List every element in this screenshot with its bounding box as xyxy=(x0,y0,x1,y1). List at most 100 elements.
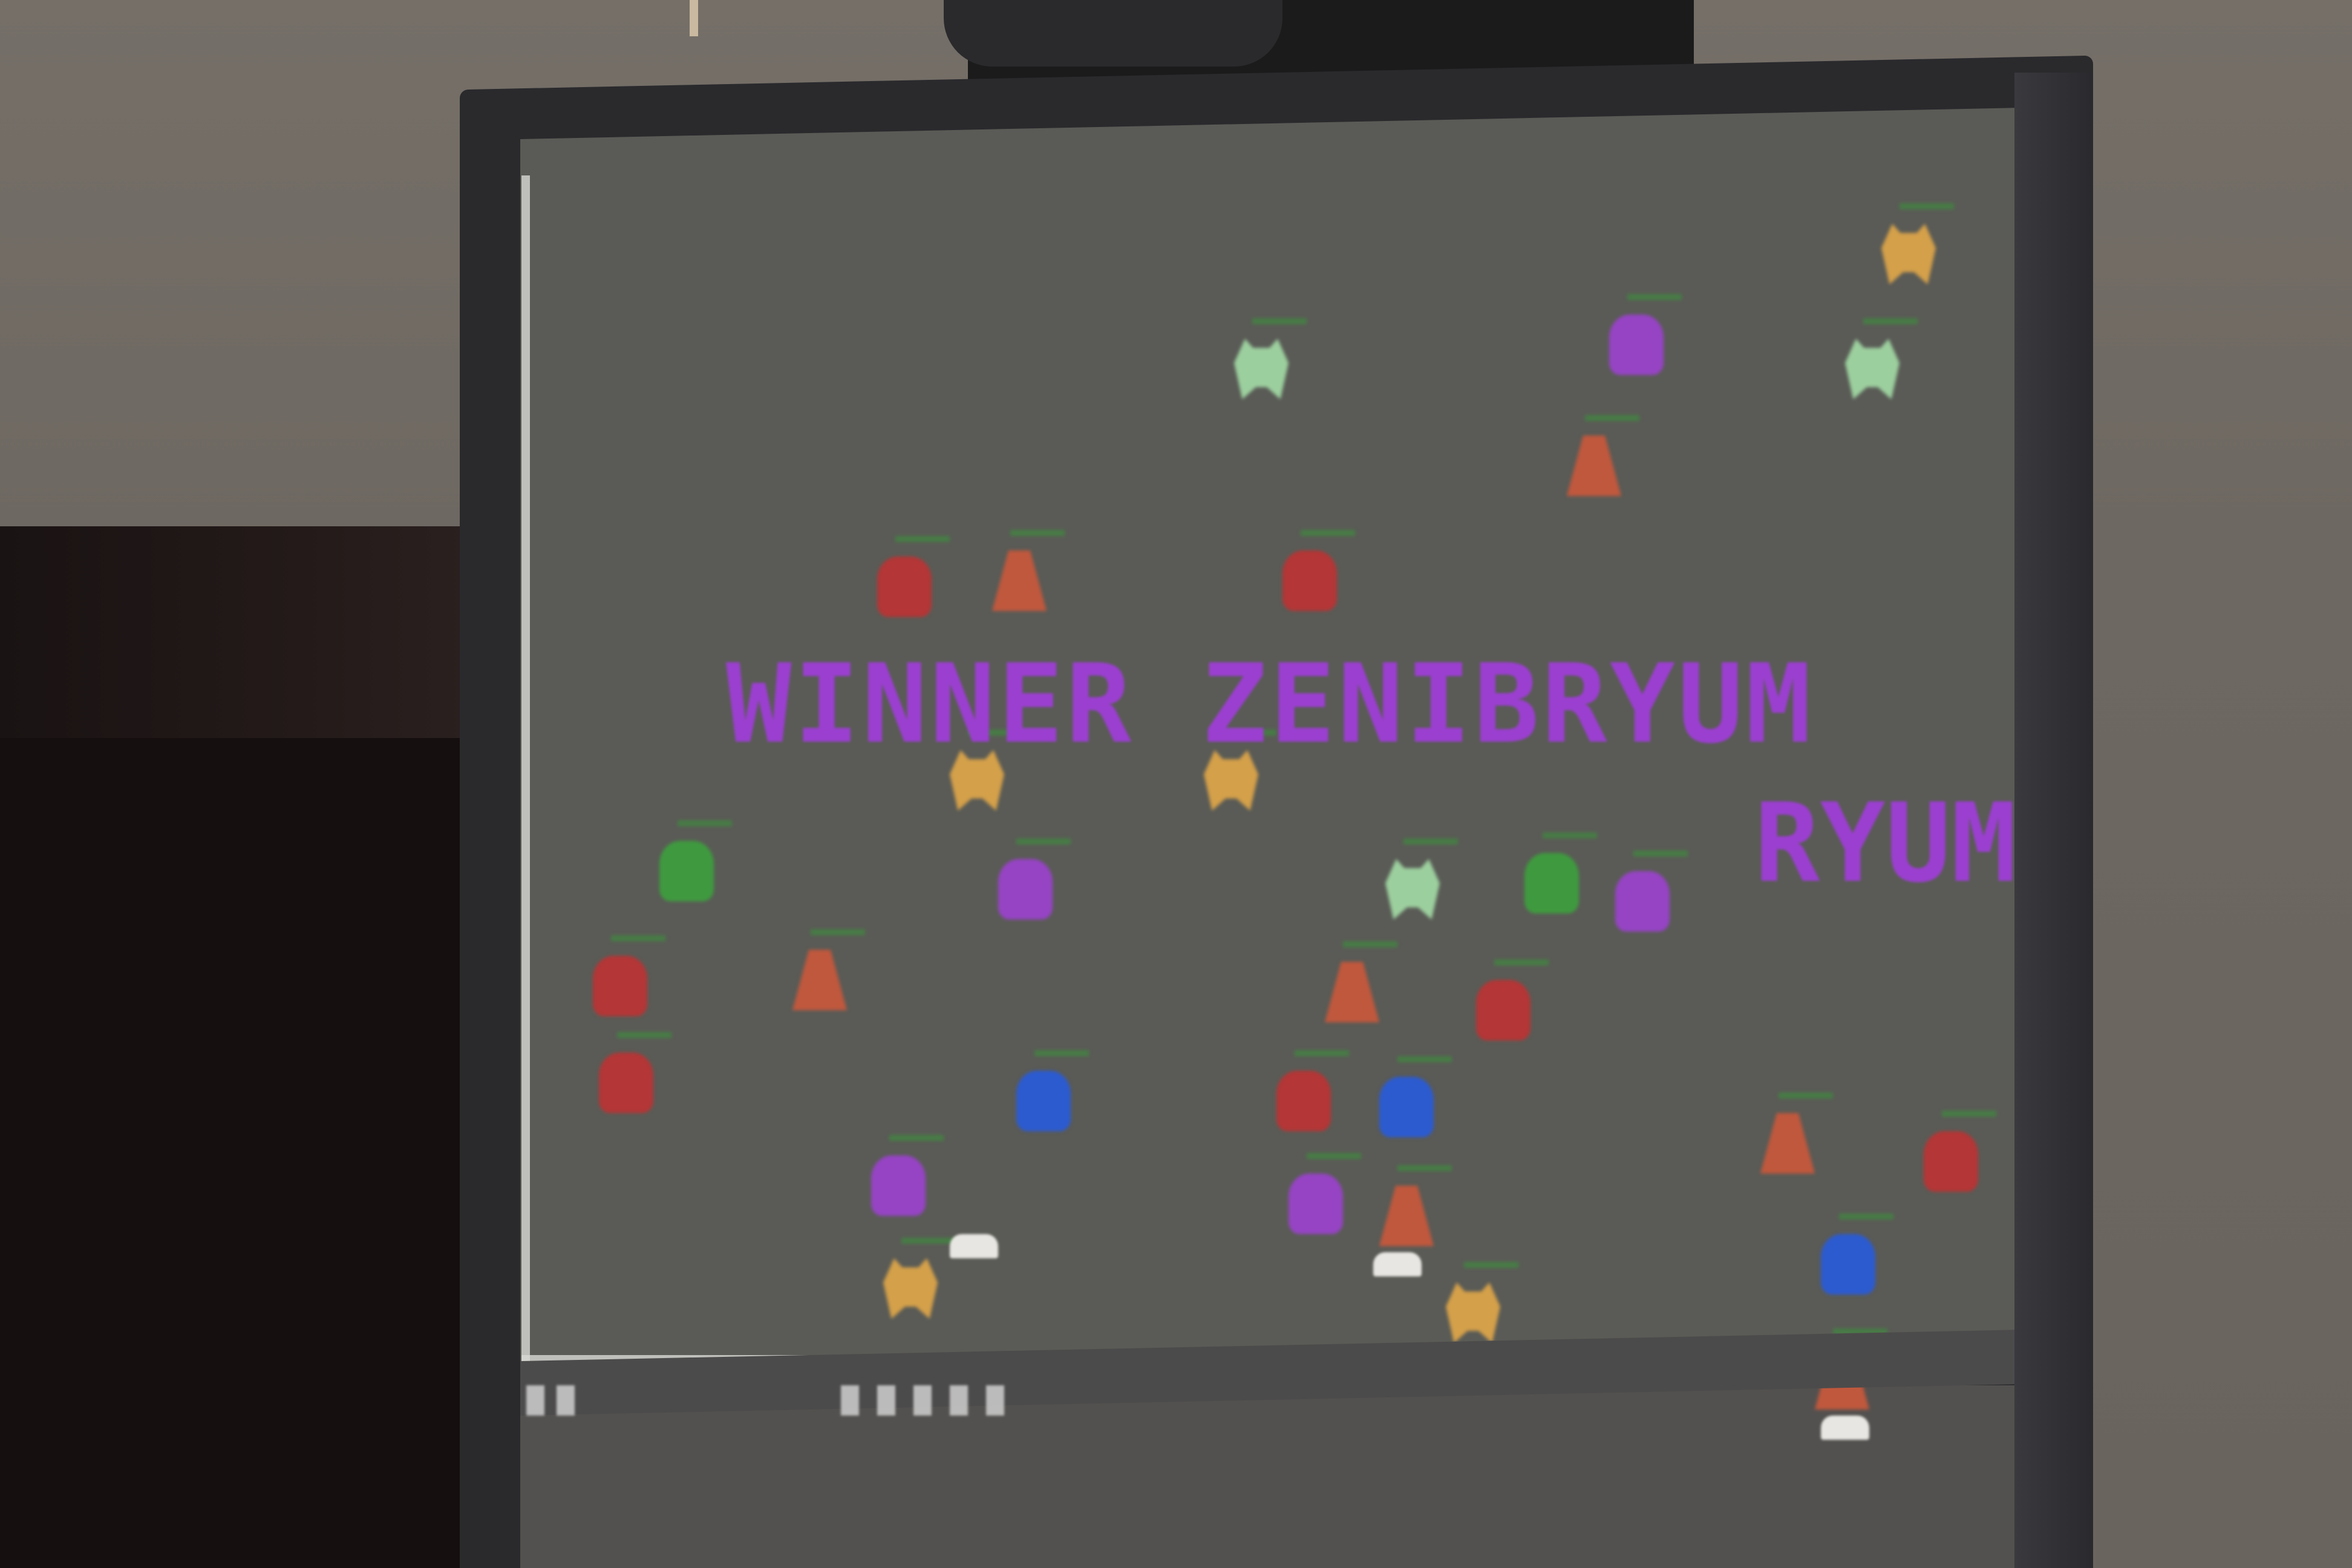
sprite-body xyxy=(1016,1071,1071,1131)
player-tank xyxy=(950,1234,998,1258)
photo-scene: WINNER ZENIBRYUM RYUM xyxy=(0,0,2352,1568)
sprite-name-tag xyxy=(1301,530,1355,536)
sprite-body xyxy=(877,557,932,617)
alien-sprite xyxy=(593,935,665,1016)
alien-sprite xyxy=(998,838,1071,920)
alien-sprite xyxy=(1821,1214,1893,1295)
sprite-name-tag xyxy=(889,1135,944,1141)
sprite-body xyxy=(1821,1234,1875,1295)
sprite-body xyxy=(792,950,847,1010)
sprite-body xyxy=(659,841,714,901)
alien-sprite xyxy=(1609,294,1682,375)
sprite-name-tag xyxy=(1397,1165,1452,1171)
winner-banner: WINNER ZENIBRYUM xyxy=(726,641,1814,768)
sprite-name-tag xyxy=(1010,530,1065,536)
alien-sprite xyxy=(1476,959,1549,1040)
alien-sprite xyxy=(883,1238,956,1319)
sprite-body xyxy=(998,859,1053,920)
sprite-name-tag xyxy=(617,1032,671,1038)
alien-sprite xyxy=(1615,851,1688,932)
sprite-name-tag xyxy=(1034,1050,1089,1056)
sprite-name-tag xyxy=(1543,832,1597,838)
winner-banner-echo: RYUM xyxy=(1754,780,2017,907)
alien-sprite xyxy=(1276,1050,1349,1131)
sprite-body xyxy=(1609,315,1664,375)
sprite-body xyxy=(1446,1282,1500,1343)
alien-sprite xyxy=(1760,1093,1833,1174)
alien-sprite xyxy=(1325,941,1397,1022)
alien-sprite xyxy=(599,1032,671,1113)
door-shadow xyxy=(0,738,472,1568)
sprite-body xyxy=(1282,550,1337,611)
sprite-name-tag xyxy=(1942,1111,1996,1117)
alien-sprite xyxy=(1385,838,1458,920)
sprite-name-tag xyxy=(901,1238,956,1244)
app-icon[interactable] xyxy=(877,1385,895,1416)
hanging-cable xyxy=(690,0,698,36)
sprite-name-tag xyxy=(1900,203,1954,209)
sprite-body xyxy=(1276,1071,1331,1131)
sprite-name-tag xyxy=(895,536,950,542)
sprite-body xyxy=(1524,853,1579,913)
sprite-name-tag xyxy=(1397,1056,1452,1062)
sprite-body xyxy=(1289,1174,1343,1234)
player-tank xyxy=(1821,1416,1869,1440)
screen-lower-area xyxy=(520,1385,2014,1568)
sprite-name-tag xyxy=(1863,318,1918,324)
sprite-body xyxy=(992,550,1047,611)
alien-sprite xyxy=(1924,1111,1996,1192)
app-icon[interactable] xyxy=(986,1385,1004,1416)
sprite-body xyxy=(1234,339,1289,399)
sprite-name-tag xyxy=(811,929,865,935)
alien-sprite xyxy=(1379,1165,1452,1246)
sprite-body xyxy=(1385,859,1440,920)
sprite-name-tag xyxy=(1464,1262,1518,1268)
sprite-body xyxy=(1760,1113,1815,1174)
sprite-name-tag xyxy=(1307,1153,1361,1159)
alien-sprite xyxy=(1524,832,1597,913)
sprite-name-tag xyxy=(678,820,732,826)
sprite-body xyxy=(1325,962,1379,1022)
alien-sprite xyxy=(1282,530,1355,611)
sprite-name-tag xyxy=(1403,838,1458,844)
alien-sprite xyxy=(1881,203,1954,284)
sprite-name-tag xyxy=(1839,1214,1893,1220)
alien-sprite xyxy=(871,1135,944,1216)
sprite-name-tag xyxy=(1016,838,1071,844)
projector-icon xyxy=(944,0,1282,67)
alien-sprite xyxy=(659,820,732,901)
alien-sprite xyxy=(877,536,950,617)
start-icon[interactable] xyxy=(526,1385,544,1416)
alien-sprite xyxy=(1845,318,1918,399)
sprite-name-tag xyxy=(1252,318,1307,324)
player-tank xyxy=(1373,1252,1422,1276)
alien-sprite xyxy=(992,530,1065,611)
search-icon[interactable] xyxy=(557,1385,575,1416)
alien-sprite xyxy=(792,929,865,1010)
sprite-body xyxy=(883,1258,938,1319)
sprite-body xyxy=(1845,339,1900,399)
sprite-body xyxy=(1924,1131,1978,1192)
alien-sprite xyxy=(1379,1056,1452,1137)
sprite-body xyxy=(1615,871,1670,932)
alien-sprite xyxy=(1567,415,1639,496)
sprite-name-tag xyxy=(1343,941,1397,947)
sprite-body xyxy=(599,1053,653,1113)
app-icon[interactable] xyxy=(841,1385,859,1416)
sprite-body xyxy=(1881,224,1936,284)
sprite-body xyxy=(1379,1077,1434,1137)
sprite-body xyxy=(1567,436,1621,496)
sprite-body xyxy=(1379,1186,1434,1246)
sprite-name-tag xyxy=(1627,294,1682,300)
sprite-name-tag xyxy=(1585,415,1639,421)
sprite-body xyxy=(1476,980,1530,1040)
sprite-name-tag xyxy=(1295,1050,1349,1056)
alien-sprite xyxy=(1016,1050,1089,1131)
app-icon[interactable] xyxy=(950,1385,968,1416)
sprite-body xyxy=(593,956,647,1016)
sprite-name-tag xyxy=(611,935,665,941)
sprite-name-tag xyxy=(1494,959,1549,965)
sprite-name-tag xyxy=(1633,851,1688,857)
sprite-body xyxy=(871,1155,926,1216)
app-icon[interactable] xyxy=(913,1385,932,1416)
